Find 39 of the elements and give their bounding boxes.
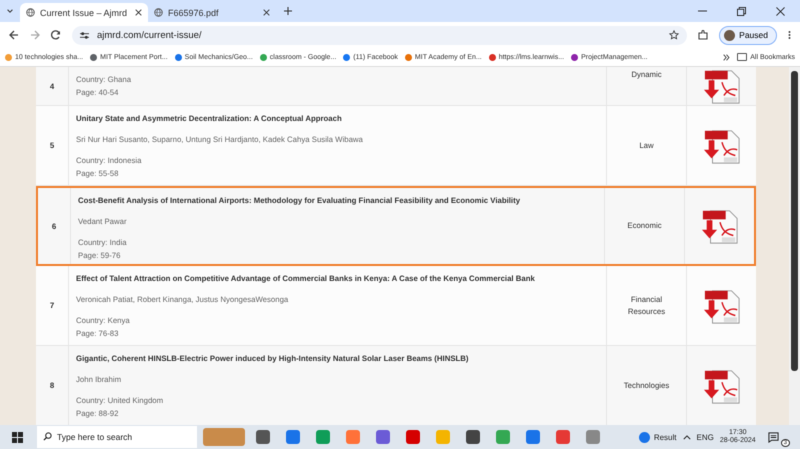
star-icon[interactable] [669,30,680,40]
back-icon[interactable] [9,30,19,40]
url-text: ajmrd.com/current-issue/ [97,30,203,40]
chevron-right-icon[interactable] [723,54,730,60]
reload-icon[interactable] [51,30,61,40]
taskbar-app-icon[interactable] [466,430,480,444]
taskbar-app-icon[interactable] [556,430,570,444]
close-icon[interactable] [263,9,270,16]
notification-icon[interactable] [768,432,779,442]
extensions-icon[interactable] [698,30,708,40]
taskbar-search-field[interactable]: Type here to search [37,426,197,448]
language-indicator[interactable]: ENG [696,432,714,442]
caret-up-icon[interactable] [682,434,690,440]
taskbar-app-icon[interactable] [376,430,390,444]
illustration-picture [203,428,245,446]
browser-tab[interactable]: Current Issue – Ajmrd [20,3,148,22]
taskbar-app-icon[interactable] [286,430,300,444]
chevron-down-icon[interactable] [6,7,14,15]
taskbar-app-icon[interactable] [256,430,270,444]
scrollbar-thumb[interactable] [791,71,798,371]
minimize-icon[interactable] [698,10,707,12]
new-tab-icon[interactable] [284,7,292,15]
tab-title: F665976.pdf [168,8,220,18]
taskbar-app-icon[interactable] [406,430,420,444]
browser-tab[interactable]: F665976.pdf [148,3,276,22]
profile-button[interactable]: Paused [719,26,777,44]
globe-icon [154,8,163,17]
close-icon[interactable] [776,6,785,16]
close-icon[interactable] [135,9,142,16]
windows-start-icon[interactable] [12,432,23,442]
more-icon[interactable] [788,30,791,40]
restore-icon[interactable] [737,6,746,16]
sliders-icon [80,30,89,40]
taskbar-app-icon[interactable] [526,430,540,444]
tab-title: Current Issue – Ajmrd [40,8,128,18]
globe-icon [26,8,35,17]
weather-widget[interactable]: Result [638,432,676,442]
avatar-icon [724,30,736,40]
address-bar[interactable]: ajmrd.com/current-issue/ [72,26,688,44]
